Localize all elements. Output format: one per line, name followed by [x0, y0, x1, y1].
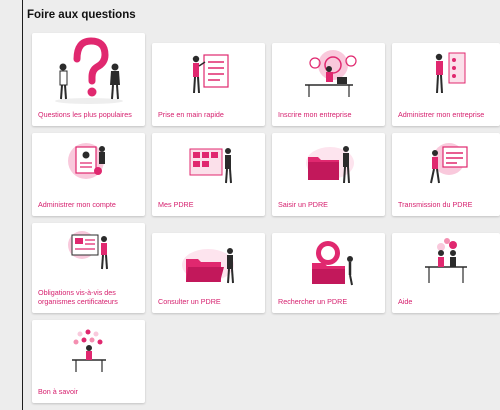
faq-card-label: Inscrire mon entreprise [278, 110, 352, 119]
faq-card-transmission-pdre[interactable]: Transmission du PDRE [392, 133, 500, 216]
document-grid-illustration-icon [152, 137, 265, 209]
transmission-screen-illustration-icon [392, 137, 500, 209]
faq-card-administrer-compte[interactable]: Administrer mon compte [32, 133, 145, 216]
faq-card-label: Bon à savoir [38, 387, 78, 396]
page-left-border [22, 0, 23, 410]
question-mark-people-illustration-icon [32, 37, 145, 109]
tips-tree-illustration-icon [32, 324, 145, 396]
faq-card-label: Prise en main rapide [158, 110, 224, 119]
faq-card-administrer-entreprise[interactable]: Administrer mon entreprise [392, 43, 500, 126]
faq-card-label: Administrer mon compte [38, 200, 116, 209]
faq-card-label: Saisir un PDRE [278, 200, 328, 209]
faq-card-label: Obligations vis-à-vis des organismes cer… [38, 288, 118, 306]
faq-card-label: Rechercher un PDRE [278, 297, 348, 306]
account-profile-illustration-icon [32, 137, 145, 209]
checklist-board-illustration-icon [152, 47, 265, 119]
faq-card-prise-en-main[interactable]: Prise en main rapide [152, 43, 265, 126]
faq-card-bon-a-savoir[interactable]: Bon à savoir [32, 320, 145, 403]
page-title: Foire aux questions [27, 9, 136, 21]
folder-input-illustration-icon [272, 137, 385, 209]
faq-card-label: Consulter un PDRE [158, 297, 221, 306]
faq-card-label: Administrer mon entreprise [398, 110, 485, 119]
faq-card-consulter-pdre[interactable]: Consulter un PDRE [152, 233, 265, 313]
faq-card-aide[interactable]: Aide [392, 233, 500, 313]
faq-card-label: Questions les plus populaires [38, 110, 132, 119]
faq-card-mes-pdre[interactable]: Mes PDRE [152, 133, 265, 216]
faq-card-saisir-pdre[interactable]: Saisir un PDRE [272, 133, 385, 216]
faq-card-label: Aide [398, 297, 413, 306]
faq-card-label: Transmission du PDRE [398, 200, 473, 209]
desk-registration-illustration-icon [272, 47, 385, 119]
faq-card-rechercher-pdre[interactable]: Rechercher un PDRE [272, 233, 385, 313]
faq-card-label: Mes PDRE [158, 200, 194, 209]
faq-card-obligations[interactable]: Obligations vis-à-vis des organismes cer… [32, 223, 145, 313]
faq-card-inscrire-entreprise[interactable]: Inscrire mon entreprise [272, 43, 385, 126]
faq-card-questions-populaires[interactable]: Questions les plus populaires [32, 33, 145, 126]
admin-panel-illustration-icon [392, 47, 500, 119]
